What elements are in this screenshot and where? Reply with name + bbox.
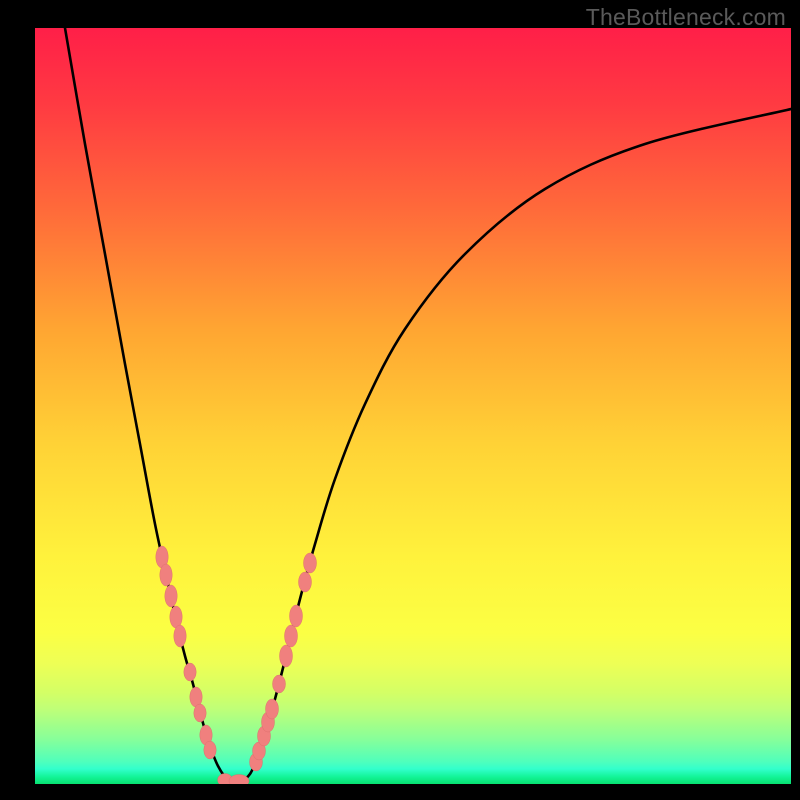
data-marker xyxy=(285,625,298,647)
data-marker xyxy=(266,699,279,719)
data-marker xyxy=(304,553,317,573)
data-marker xyxy=(273,675,286,693)
data-marker xyxy=(170,606,182,628)
data-marker xyxy=(184,663,196,681)
watermark-text: TheBottleneck.com xyxy=(586,4,786,31)
bottleneck-curve xyxy=(65,28,791,784)
chart-svg xyxy=(35,28,791,784)
chart-frame: TheBottleneck.com xyxy=(0,0,800,800)
data-marker xyxy=(280,645,293,667)
data-marker xyxy=(290,605,303,627)
data-marker xyxy=(174,625,186,647)
data-markers xyxy=(156,546,317,784)
plot-area xyxy=(35,28,791,784)
data-marker xyxy=(165,585,177,607)
data-marker xyxy=(204,741,216,759)
data-marker xyxy=(160,564,172,586)
data-marker xyxy=(299,572,312,592)
data-marker xyxy=(229,775,249,785)
data-marker xyxy=(194,704,206,722)
